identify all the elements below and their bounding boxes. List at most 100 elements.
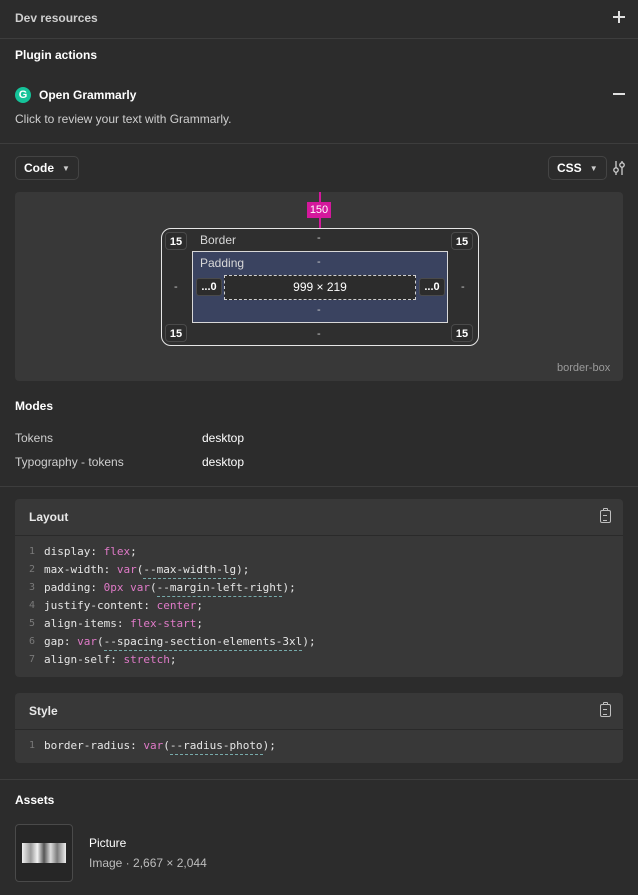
divider [0,779,638,780]
mode-key: Tokens [15,431,54,445]
line-number: 6 [28,636,35,647]
code-line: 1 border-radius: var(--radius-photo); [15,737,623,755]
border-right-value[interactable]: - [461,281,465,293]
css-function: var [130,581,150,594]
asset-meta: Image · 2,667 × 2,044 [89,856,207,870]
chevron-down-icon: ▼ [62,163,70,173]
language-dropdown[interactable]: CSS ▼ [548,156,607,180]
add-dev-resource-plus-icon[interactable] [612,10,626,24]
code-line: 6 gap: var(--spacing-section-elements-3xl… [15,633,623,651]
chevron-down-icon: ▼ [589,163,598,173]
code-line: 2 max-width: var(--max-width-lg); [15,561,623,579]
punctuation: : [110,653,124,666]
asset-name[interactable]: Picture [89,836,126,850]
padding-right-value[interactable]: ...0 [419,278,445,296]
css-function: var [77,635,97,648]
settings-sliders-icon[interactable] [612,160,626,176]
padding-top-value[interactable]: - [317,256,321,268]
style-code-block[interactable]: 1 border-radius: var(--radius-photo); [15,730,623,763]
border-label: Border [200,233,237,247]
copy-clipboard-icon[interactable] [600,702,611,717]
punctuation: ) [262,739,270,752]
css-value: center [156,599,197,612]
line-number: 1 [28,546,35,557]
punctuation: ; [308,635,316,648]
line-number: 3 [28,582,35,593]
padding-label: Padding [200,256,245,270]
grammarly-logo-icon: G [15,87,31,103]
css-property: display [44,545,91,558]
style-panel-title: Style [29,704,58,718]
divider [0,38,638,39]
punctuation: ; [169,653,177,666]
line-number: 2 [28,564,35,575]
copy-clipboard-icon[interactable] [600,508,611,523]
asset-thumbnail[interactable] [15,824,73,882]
css-value: flex [103,545,131,558]
border-top-value[interactable]: - [317,232,321,244]
punctuation: ; [130,545,137,558]
border-left-value[interactable]: - [174,281,178,293]
border-bottom-value[interactable]: - [317,328,321,340]
css-function: var [116,563,137,576]
code-mode-dropdown[interactable]: Code ▼ [15,156,79,180]
corner-radius-bottom-left[interactable]: 15 [165,324,187,342]
punctuation: ) [302,635,309,648]
css-value: flex-start [130,617,197,630]
css-variable: --spacing-section-elements-3xl [103,633,303,651]
asset-preview-image [22,843,66,863]
layout-panel-header: Layout [15,499,623,536]
punctuation: ) [236,563,243,576]
punctuation: ; [196,599,203,612]
css-property: align-items [44,617,117,630]
code-line: 7 align-self: stretch; [15,651,623,669]
style-code-panel: Style 1 border-radius: var(--radius-photo… [15,693,623,763]
divider [0,486,638,487]
punctuation: : [63,635,78,648]
layout-code-block[interactable]: 1 display: flex; 2 max-width: var(--max-wid… [15,536,623,677]
padding-left-value[interactable]: ...0 [196,278,222,296]
corner-radius-bottom-right[interactable]: 15 [451,324,473,342]
css-property: padding [44,581,91,594]
modes-title: Modes [15,399,54,413]
punctuation: : [90,581,104,594]
css-variable: --radius-photo [169,737,263,755]
mode-key: Typography - tokens [15,455,124,469]
mode-value: desktop [202,431,245,445]
punctuation: ) [282,581,290,594]
css-value: stretch [123,653,170,666]
css-function: var [143,739,164,752]
css-number: 0px [103,581,124,594]
dev-resources-title: Dev resources [15,11,98,25]
corner-radius-top-left[interactable]: 15 [165,232,187,250]
punctuation: ( [136,563,144,576]
css-property: justify-content [44,599,144,612]
style-panel-header: Style [15,693,623,730]
layout-code-panel: Layout 1 display: flex; 2 max-width: var(--… [15,499,623,677]
line-number: 5 [28,618,35,629]
code-line: 4 justify-content: center; [15,597,623,615]
plugin-name[interactable]: Open Grammarly [39,88,136,102]
padding-bottom-value[interactable]: - [317,304,321,316]
punctuation: ; [196,617,203,630]
code-line: 5 align-items: flex-start; [15,615,623,633]
css-variable: --margin-left-right [156,579,283,597]
code-line: 3 padding: 0px var(--margin-left-right); [15,579,623,597]
layout-panel-title: Layout [29,510,69,524]
punctuation: ; [289,581,296,594]
line-number: 7 [28,654,35,665]
margin-top-value[interactable]: 150 [307,202,331,218]
line-number: 4 [28,600,35,611]
language-label: CSS [557,161,582,175]
corner-radius-top-right[interactable]: 15 [451,232,473,250]
css-property: align-self [44,653,111,666]
collapse-plugin-minus-icon[interactable] [612,87,626,101]
punctuation: : [143,599,157,612]
css-property: max-width [44,563,104,576]
css-variable: --max-width-lg [143,561,237,579]
content-size: 999 × 219 [224,275,416,300]
punctuation: ; [242,563,250,576]
css-property: gap [44,635,64,648]
divider [0,143,638,144]
punctuation [123,579,130,597]
